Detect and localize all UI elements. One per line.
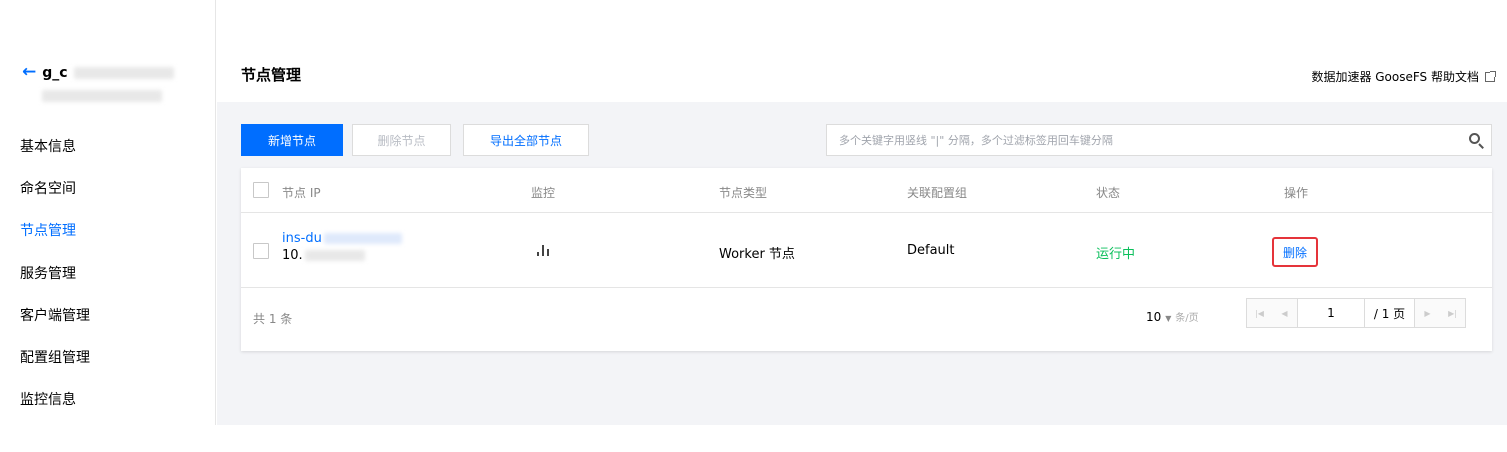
add-node-button[interactable]: 新增节点	[241, 124, 343, 156]
export-all-nodes-button[interactable]: 导出全部节点	[463, 124, 589, 156]
arrow-left-icon[interactable]: ←	[22, 64, 36, 81]
pager: |◀ ◀ 1 / 1 页 ▶ ▶|	[1246, 298, 1466, 328]
table-header: 节点 IP 监控 节点类型 关联配置组 状态 操作	[241, 168, 1492, 213]
page-header: 节点管理 数据加速器 GooseFS 帮助文档	[217, 40, 1507, 102]
sidebar-item-config-group-management[interactable]: 配置组管理	[20, 347, 90, 367]
column-header-config-group: 关联配置组	[907, 186, 968, 200]
last-page-icon[interactable]: ▶|	[1440, 299, 1465, 327]
total-count: 共 1 条	[253, 312, 293, 326]
table-row: ins-du 10. Worker 节点 Default 运行中 删除	[241, 213, 1492, 288]
redacted-instance-id	[73, 66, 174, 79]
config-group-cell: Default	[907, 243, 955, 258]
sidebar-item-basic-info[interactable]: 基本信息	[20, 136, 76, 156]
search-icon[interactable]	[1461, 125, 1491, 155]
status-cell: 运行中	[1096, 247, 1136, 262]
sidebar-item-service-management[interactable]: 服务管理	[20, 263, 76, 283]
row-checkbox[interactable]	[253, 243, 269, 259]
redacted-instance-subtitle	[42, 90, 162, 102]
previous-page-icon[interactable]: ◀	[1272, 299, 1297, 327]
sidebar: ← g_c 基本信息 命名空间 节点管理 服务管理 客户端管理 配置组管理 监控…	[0, 0, 216, 425]
search-input[interactable]	[839, 133, 1461, 147]
main-content: 新增节点 删除节点 导出全部节点 节点 IP 监控 节点类型 关联配置组 状态 …	[217, 102, 1507, 425]
sidebar-item-monitoring[interactable]: 监控信息	[20, 389, 76, 409]
node-table: 节点 IP 监控 节点类型 关联配置组 状态 操作 ins-du 10. Wor…	[241, 168, 1492, 351]
redacted-node-name	[323, 233, 402, 244]
caret-down-icon[interactable]: ▼	[1165, 314, 1171, 323]
page-size-value[interactable]: 10	[1146, 310, 1161, 324]
sidebar-item-namespace[interactable]: 命名空间	[20, 178, 76, 198]
node-ip-cell: ins-du 10.	[282, 231, 402, 263]
delete-row-button[interactable]: 删除	[1272, 237, 1318, 267]
help-doc-link[interactable]: 数据加速器 GooseFS 帮助文档	[1311, 68, 1496, 85]
column-header-node-ip: 节点 IP	[282, 186, 321, 200]
first-page-icon[interactable]: |◀	[1247, 299, 1272, 327]
delete-node-button[interactable]: 删除节点	[352, 124, 451, 156]
column-header-monitor: 监控	[531, 186, 556, 200]
instance-header: ← g_c	[22, 64, 174, 81]
page-size-select[interactable]: 10 ▼ 条/页	[1146, 309, 1199, 324]
page-size-unit: 条/页	[1175, 313, 1199, 324]
instance-id: g_c	[42, 64, 68, 81]
search-box[interactable]	[826, 124, 1492, 156]
column-header-actions: 操作	[1284, 186, 1309, 200]
sidebar-item-client-management[interactable]: 客户端管理	[20, 305, 90, 325]
redacted-node-ip	[304, 250, 365, 261]
page-title: 节点管理	[241, 66, 302, 84]
total-pages: / 1 页	[1365, 299, 1415, 327]
node-ip: 10.	[282, 248, 303, 263]
node-name-link[interactable]: ins-du	[282, 231, 322, 246]
column-header-status: 状态	[1096, 186, 1121, 200]
current-page-input[interactable]: 1	[1297, 299, 1365, 327]
next-page-icon[interactable]: ▶	[1415, 299, 1440, 327]
column-header-node-type: 节点类型	[719, 186, 768, 200]
external-link-icon[interactable]	[1485, 70, 1496, 82]
node-type-cell: Worker 节点	[719, 247, 795, 262]
bar-chart-icon[interactable]	[537, 244, 551, 256]
pagination-bar: 共 1 条 10 ▼ 条/页 |◀ ◀ 1 / 1 页 ▶ ▶|	[241, 288, 1492, 351]
help-doc-label[interactable]: 数据加速器 GooseFS 帮助文档	[1311, 68, 1479, 85]
sidebar-item-node-management[interactable]: 节点管理	[20, 220, 76, 240]
select-all-checkbox[interactable]	[253, 182, 269, 198]
